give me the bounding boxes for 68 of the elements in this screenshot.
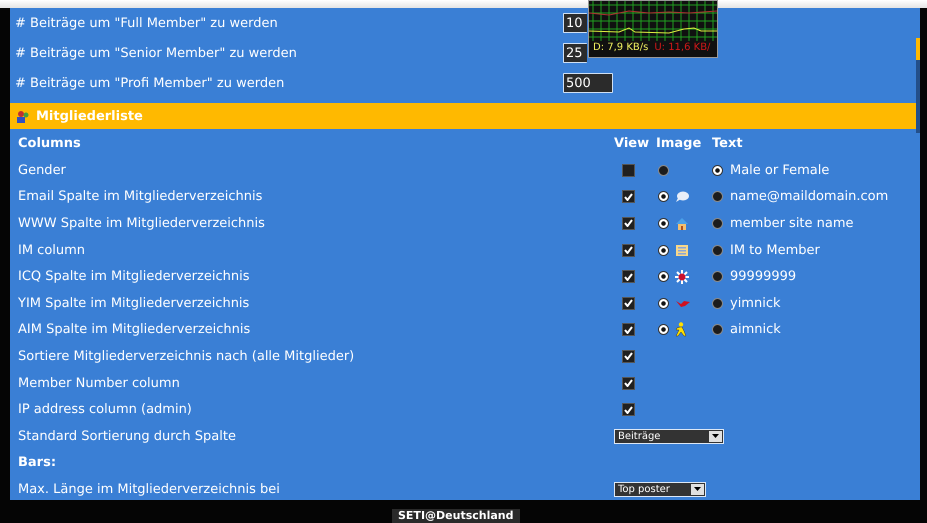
setting-label: # Beiträge um "Senior Member" zu werden	[15, 46, 298, 60]
flower-icon	[675, 270, 689, 284]
checkbox[interactable]	[622, 403, 635, 416]
checkbox[interactable]	[622, 323, 635, 336]
caret-icon	[709, 430, 722, 442]
speech-bubble-icon	[675, 190, 689, 203]
radio-button[interactable]	[658, 164, 669, 176]
radio-button[interactable]	[712, 271, 723, 282]
input-field[interactable]: 500	[563, 73, 613, 93]
document-icon	[675, 244, 689, 257]
checkbox[interactable]	[622, 244, 635, 257]
caret-icon	[691, 484, 704, 495]
option-label: IM column	[17, 242, 86, 258]
column-header: Text	[712, 136, 743, 150]
column-header: Image	[656, 136, 702, 150]
option-label: ICQ Spalte im Mitgliederverzeichnis	[17, 269, 250, 284]
radio-button[interactable]	[712, 218, 723, 229]
radio-button[interactable]	[712, 324, 723, 336]
download-rate: D: 7,9 KB/s	[593, 42, 648, 53]
radio-button[interactable]	[658, 191, 669, 202]
checkbox[interactable]	[622, 216, 635, 230]
option-label: Sortiere Mitgliederverzeichnis nach (alle Mitglieder)	[17, 348, 356, 364]
text-sample: yimnick	[730, 296, 780, 311]
option-label: Max. Länge im Mitgliederverzeichnis bei	[17, 482, 281, 497]
text-sample: aimnick	[730, 322, 781, 338]
dropdown[interactable]: Top poster	[614, 482, 706, 497]
radio-button[interactable]	[658, 244, 669, 256]
radio-button[interactable]	[712, 298, 723, 309]
setting-label: # Beiträge um "Profi Member" zu werden	[15, 76, 286, 90]
option-label: AIM Spalte im Mitgliederverzeichnis	[17, 322, 252, 338]
text-sample: Male or Female	[730, 162, 830, 178]
column-header: Columns	[17, 136, 82, 150]
radio-button[interactable]	[658, 271, 669, 282]
scrollbar[interactable]	[916, 38, 920, 133]
option-label: IP address column (admin)	[17, 402, 193, 418]
checkbox[interactable]	[622, 376, 635, 390]
input-field[interactable]: 10	[563, 13, 587, 33]
option-label: Email Spalte im Mitgliederverzeichnis	[17, 189, 264, 204]
checkbox[interactable]	[622, 270, 635, 284]
option-label: WWW Spalte im Mitgliederverzeichnis	[17, 216, 266, 231]
checkbox[interactable]	[622, 164, 635, 177]
group-heading: Bars:	[17, 455, 58, 470]
radio-button[interactable]	[712, 191, 723, 202]
column-header: View	[614, 136, 650, 150]
text-sample: IM to Member	[730, 242, 820, 258]
house-icon	[675, 216, 689, 230]
checkbox[interactable]	[622, 296, 635, 310]
radio-button[interactable]	[658, 218, 669, 229]
radio-button[interactable]	[712, 244, 723, 256]
option-label: YIM Spalte im Mitgliederverzeichnis	[17, 296, 250, 311]
upload-rate: U: 11,6 KB/	[654, 42, 710, 53]
checkbox[interactable]	[622, 350, 635, 363]
text-sample: 99999999	[730, 269, 796, 284]
input-field[interactable]: 25	[563, 43, 587, 63]
radio-button[interactable]	[658, 324, 669, 336]
checkbox[interactable]	[622, 190, 635, 204]
setting-label: # Beiträge um "Full Member" zu werden	[15, 16, 279, 30]
text-sample: name@maildomain.com	[730, 189, 888, 204]
text-sample: member site name	[730, 216, 854, 231]
dropdown[interactable]: Beiträge	[614, 428, 724, 444]
people-icon	[16, 110, 30, 122]
running-man-icon	[675, 322, 687, 338]
radio-button[interactable]	[712, 164, 723, 176]
option-label: Standard Sortierung durch Spalte	[17, 428, 237, 444]
radio-button[interactable]	[658, 298, 669, 309]
option-label: Gender	[17, 162, 67, 178]
logo: SETI@Deutschland	[392, 509, 520, 523]
option-label: Member Number column	[17, 376, 181, 391]
